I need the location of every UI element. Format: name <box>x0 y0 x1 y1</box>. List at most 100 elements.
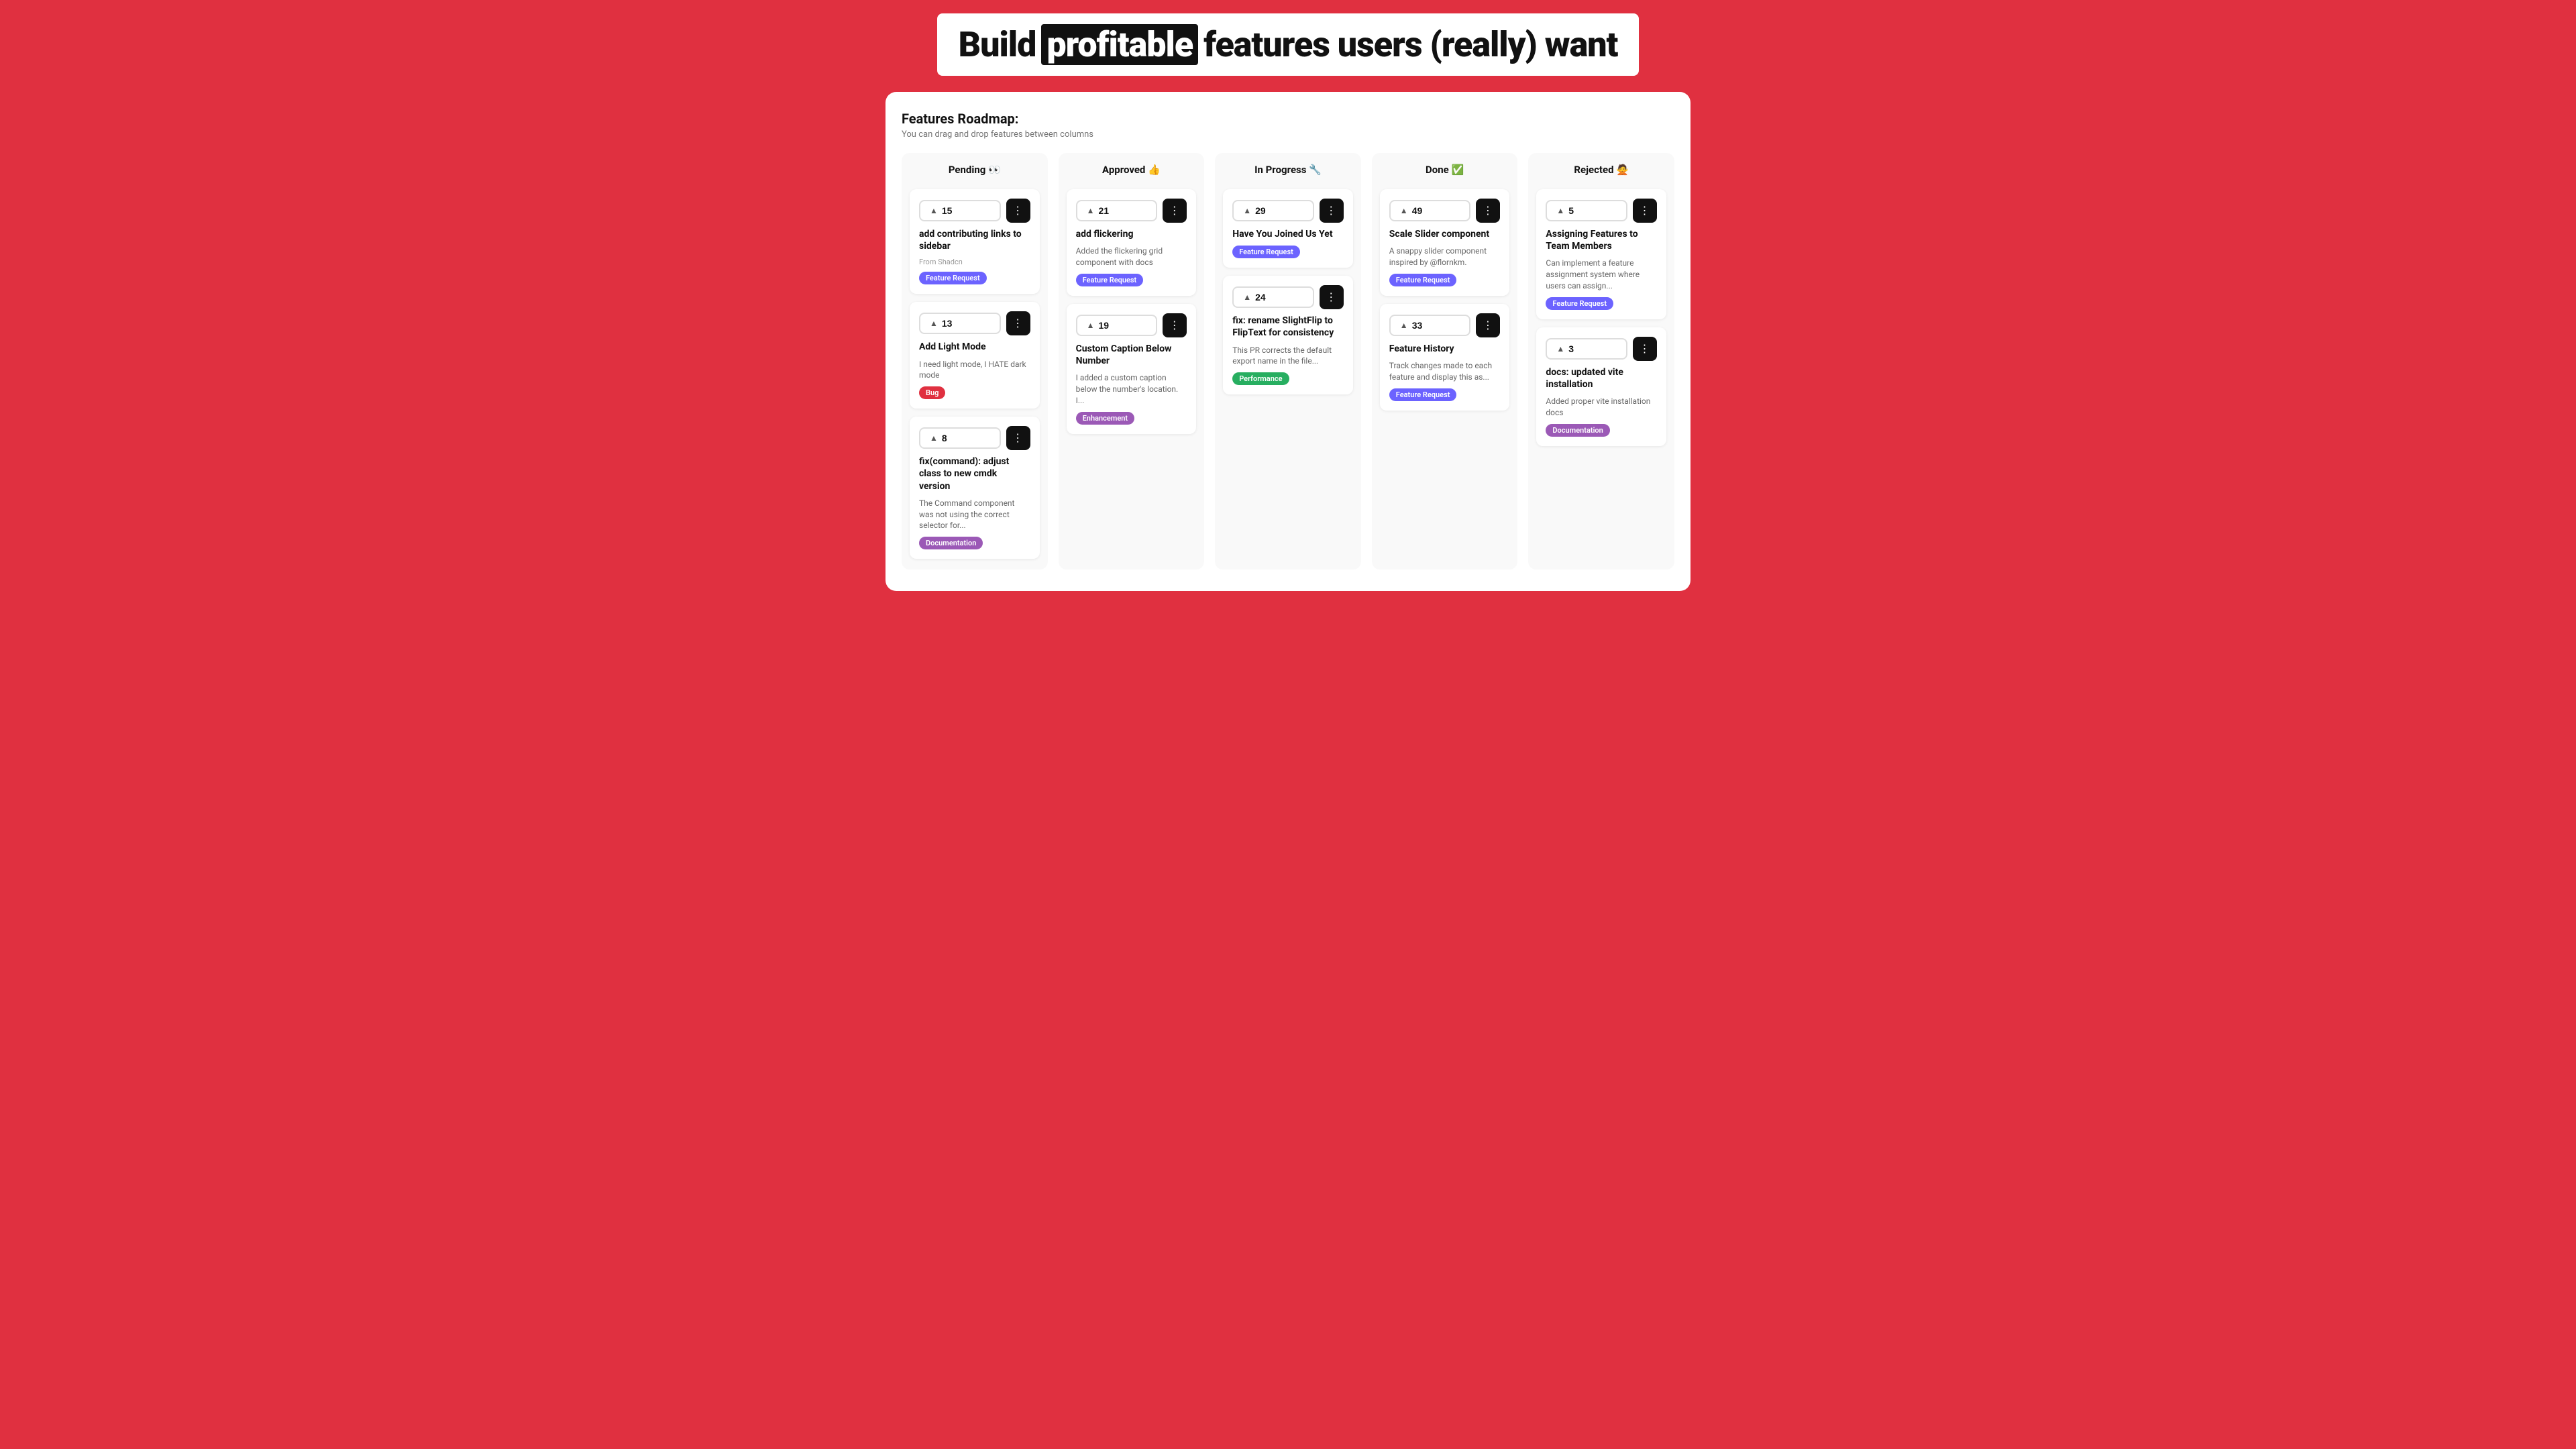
card-description: This PR corrects the default export name… <box>1232 345 1344 368</box>
vote-count: 49 <box>1412 205 1423 216</box>
column-done: Done ✅▲49⋮Scale Slider componentA snappy… <box>1372 153 1518 570</box>
status-badge: Feature Request <box>1389 388 1457 401</box>
card-title: add flickering <box>1076 228 1187 240</box>
list-item: ▲19 ⋮ Custom Caption Below Number I added a… <box>1067 304 1197 434</box>
list-item: ▲5⋮Assigning Features to Team MembersCan… <box>1536 189 1666 319</box>
vote-button[interactable]: ▲3 <box>1546 338 1627 360</box>
status-badge: Feature Request <box>1389 274 1457 286</box>
list-item: ▲33 ⋮ Feature History Track changes made to… <box>1380 304 1510 411</box>
card-description: I added a custom caption below the numbe… <box>1076 372 1187 406</box>
card-title: Have You Joined Us Yet <box>1232 228 1344 240</box>
vote-row: ▲ 29 ⋮ <box>1232 199 1344 223</box>
vote-row: ▲3 ⋮ <box>1546 337 1657 361</box>
status-badge: Documentation <box>919 537 983 549</box>
card-title: Custom Caption Below Number <box>1076 343 1187 367</box>
vote-button[interactable]: ▲5 <box>1546 200 1627 221</box>
status-badge: Feature Request <box>1232 246 1300 258</box>
list-item: ▲8⋮fix(command): adjust class to new cmd… <box>910 417 1040 559</box>
status-badge: Feature Request <box>1546 297 1613 310</box>
menu-button[interactable]: ⋮ <box>1476 199 1500 223</box>
vote-count: 15 <box>942 205 953 216</box>
vote-count: 5 <box>1568 205 1574 216</box>
vote-row: ▲ 15 ⋮ <box>919 199 1030 223</box>
column-rejected: Rejected 🙅▲5⋮Assigning Features to Team … <box>1528 153 1674 570</box>
menu-button[interactable]: ⋮ <box>1633 199 1657 223</box>
hero-banner: Build profitable features users (really)… <box>937 13 1640 76</box>
vote-button[interactable]: ▲49 <box>1389 200 1471 221</box>
chevron-up-icon: ▲ <box>1087 206 1095 215</box>
chevron-up-icon: ▲ <box>930 206 938 215</box>
vote-count: 29 <box>1255 205 1266 216</box>
status-badge: Bug <box>919 386 945 399</box>
column-header-done: Done ✅ <box>1380 164 1510 181</box>
menu-button[interactable]: ⋮ <box>1320 285 1344 309</box>
dots-icon: ⋮ <box>1640 342 1651 356</box>
card-title: Scale Slider component <box>1389 228 1501 240</box>
dots-icon: ⋮ <box>1326 290 1337 304</box>
dots-icon: ⋮ <box>1012 431 1024 445</box>
vote-button[interactable]: ▲ 13 <box>919 313 1001 334</box>
column-header-rejected: Rejected 🙅 <box>1536 164 1666 181</box>
list-item: ▲13⋮Add Light ModeI need light mode, I H… <box>910 302 1040 409</box>
list-item: ▲ 29 ⋮ Have You Joined Us Yet Feature Reques… <box>1223 189 1353 268</box>
chevron-up-icon: ▲ <box>1556 344 1564 354</box>
vote-button[interactable]: ▲21 <box>1076 200 1158 221</box>
card-title: docs: updated vite installation <box>1546 366 1657 390</box>
card-title: fix: rename SlightFlip to FlipText for c… <box>1232 315 1344 339</box>
column-approved: Approved 👍▲21⋮add flickeringAdded the fl… <box>1059 153 1205 570</box>
list-item: ▲21⋮ add flickering Added the flickering g… <box>1067 189 1197 296</box>
column-header-in-progress: In Progress 🔧 <box>1223 164 1353 181</box>
board-header: Features Roadmap: You can drag and drop … <box>902 111 1674 140</box>
list-item: ▲ 24 ⋮ fix: rename SlightFlip to FlipText f… <box>1223 276 1353 394</box>
vote-button[interactable]: ▲19 <box>1076 315 1158 336</box>
card-description: Track changes made to each feature and d… <box>1389 360 1501 383</box>
dots-icon: ⋮ <box>1483 204 1494 217</box>
vote-row: ▲ 24 ⋮ <box>1232 285 1344 309</box>
vote-row: ▲49 ⋮ <box>1389 199 1501 223</box>
dots-icon: ⋮ <box>1012 204 1024 217</box>
menu-button[interactable]: ⋮ <box>1163 313 1187 337</box>
list-item: ▲15⋮add contributing links to sidebarFro… <box>910 189 1040 294</box>
dots-icon: ⋮ <box>1169 319 1181 332</box>
chevron-up-icon: ▲ <box>1243 292 1251 302</box>
card-description: Added the flickering grid component with… <box>1076 246 1187 268</box>
vote-button[interactable]: ▲8 <box>919 427 1001 449</box>
status-badge: Performance <box>1232 372 1289 385</box>
vote-button[interactable]: ▲ 24 <box>1232 286 1314 308</box>
column-in-progress: In Progress 🔧 ▲ 29 ⋮ Have You Joined Us Yet F… <box>1215 153 1361 570</box>
chevron-up-icon: ▲ <box>930 319 938 328</box>
menu-button[interactable]: ⋮ <box>1006 199 1030 223</box>
status-badge: Feature Request <box>1076 274 1144 286</box>
vote-count: 33 <box>1412 320 1423 331</box>
vote-count: 8 <box>942 433 947 443</box>
chevron-up-icon: ▲ <box>1243 206 1251 215</box>
menu-button[interactable]: ⋮ <box>1320 199 1344 223</box>
menu-button[interactable]: ⋮ <box>1633 337 1657 361</box>
board-subtitle: You can drag and drop features between c… <box>902 129 1674 140</box>
menu-button[interactable]: ⋮ <box>1163 199 1187 223</box>
vote-button[interactable]: ▲ 15 <box>919 200 1001 221</box>
card-title: add contributing links to sidebar <box>919 228 1030 252</box>
menu-button[interactable]: ⋮ <box>1006 426 1030 450</box>
vote-button[interactable]: ▲33 <box>1389 315 1471 336</box>
list-item: ▲3⋮docs: updated vite installationAdded … <box>1536 327 1666 446</box>
board-title: Features Roadmap: <box>902 111 1674 127</box>
dots-icon: ⋮ <box>1326 204 1337 217</box>
vote-button[interactable]: ▲ 29 <box>1232 200 1314 221</box>
vote-count: 13 <box>942 318 953 329</box>
status-badge: Documentation <box>1546 424 1609 437</box>
menu-button[interactable]: ⋮ <box>1006 311 1030 335</box>
chevron-up-icon: ▲ <box>1556 206 1564 215</box>
menu-button[interactable]: ⋮ <box>1476 313 1500 337</box>
dots-icon: ⋮ <box>1483 319 1494 332</box>
hero-word-profitable: profitable <box>1041 24 1198 65</box>
card-description: Can implement a feature assignment syste… <box>1546 258 1657 291</box>
hero-word-rest: features users (really) want <box>1203 24 1617 65</box>
card-title: Feature History <box>1389 343 1501 355</box>
vote-row: ▲33 ⋮ <box>1389 313 1501 337</box>
status-badge: Feature Request <box>919 272 987 284</box>
hero-word-build: Build <box>959 24 1036 65</box>
chevron-up-icon: ▲ <box>1087 321 1095 330</box>
vote-count: 24 <box>1255 292 1266 303</box>
column-pending: Pending 👀▲15⋮add contributing links to s… <box>902 153 1048 570</box>
